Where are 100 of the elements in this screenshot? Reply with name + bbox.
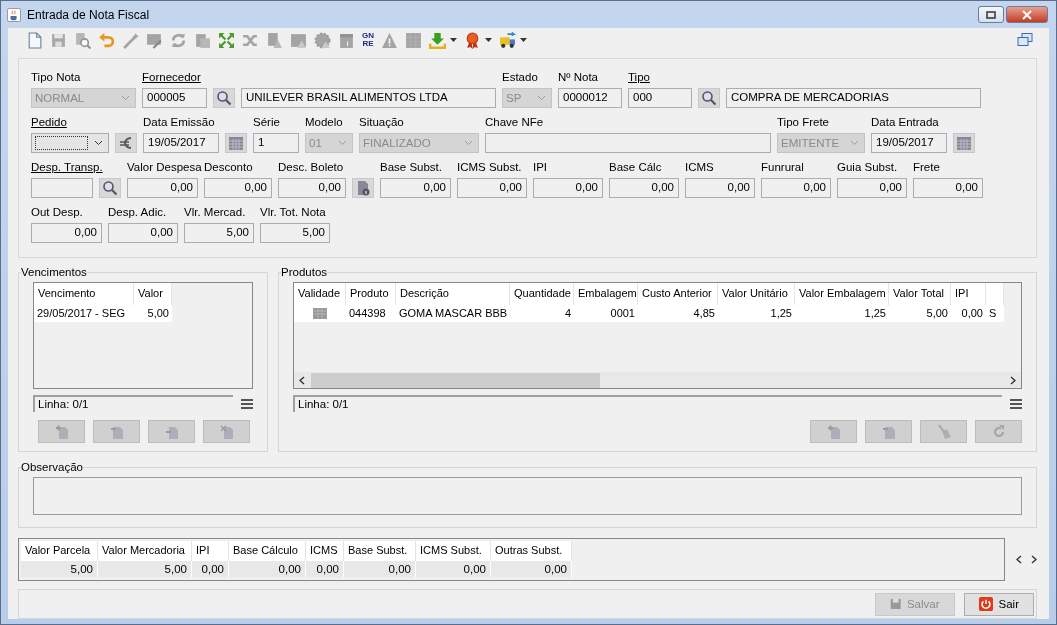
warning-icon: [381, 31, 398, 49]
menu-icon[interactable]: [1010, 398, 1022, 409]
cascade-windows-icon[interactable]: [1017, 33, 1033, 47]
table-cell-text: 0001: [609, 306, 636, 321]
refresh-icon: [170, 31, 187, 49]
input-field[interactable]: [485, 133, 771, 153]
search-button[interactable]: [99, 178, 121, 198]
field-label: ICMS Subst.: [457, 160, 522, 175]
field-label: Situação: [359, 115, 404, 130]
field-label: Desconto: [204, 160, 253, 175]
column-header[interactable]: Vencimento: [34, 283, 134, 305]
input-field[interactable]: 0,00: [913, 178, 983, 198]
notes-field[interactable]: [33, 477, 1022, 515]
field-link[interactable]: Fornecedor: [142, 70, 201, 85]
toolbar-button[interactable]: [497, 29, 529, 51]
input-field[interactable]: 0,00: [31, 223, 102, 243]
input-field[interactable]: 19/05/2017: [871, 133, 947, 153]
table-cell: 0,00: [491, 561, 572, 577]
column-header[interactable]: Valor: [134, 283, 172, 305]
table-cell-text: 044398: [348, 306, 387, 321]
input-field[interactable]: 1: [253, 133, 299, 153]
field-label: Modelo: [305, 115, 343, 130]
field-label: Vlr. Mercad.: [184, 205, 246, 220]
input-field[interactable]: [31, 178, 93, 198]
gnre-button[interactable]: GN RE: [360, 29, 376, 51]
calendar-button[interactable]: [225, 133, 247, 153]
column-header[interactable]: Produto: [346, 283, 396, 305]
column-header[interactable]: Valor Unitário: [718, 283, 795, 305]
chevron-down-icon: [464, 140, 473, 146]
input-field[interactable]: 0,00: [108, 223, 178, 243]
close-button[interactable]: [1006, 6, 1048, 23]
input-field[interactable]: 0000012: [558, 88, 622, 108]
column-header[interactable]: Valor Total: [889, 283, 951, 305]
table-cell-text: 29/05/2017 - SEG: [36, 306, 127, 321]
close-icon: [1022, 9, 1032, 20]
input-field[interactable]: 0,00: [127, 178, 198, 198]
field-label: Valor Despesa: [127, 160, 202, 175]
input-field[interactable]: 5,00: [260, 223, 330, 243]
field-link[interactable]: Tipo: [628, 70, 650, 85]
input-field[interactable]: 5,00: [184, 223, 254, 243]
menu-icon[interactable]: [241, 398, 253, 409]
column-header[interactable]: Quantidade: [510, 283, 574, 305]
wand-icon: [122, 31, 139, 49]
input-field[interactable]: 19/05/2017: [143, 133, 219, 153]
exit-button[interactable]: Sair: [963, 592, 1034, 616]
field-label: Nº Nota: [558, 70, 598, 85]
column-header: Base Cálculo: [229, 541, 306, 561]
calendar-icon: [313, 308, 327, 319]
table-cell-text: 1,25: [863, 306, 887, 321]
field-label: Vlr. Tot. Nota: [260, 205, 326, 220]
input-field[interactable]: 000: [628, 88, 692, 108]
scroll-thumb[interactable]: [311, 372, 600, 388]
euro-icon: [118, 135, 134, 151]
info-button[interactable]: [352, 178, 374, 198]
chevron-right-icon[interactable]: [1010, 375, 1016, 385]
input-field[interactable]: 0,00: [761, 178, 831, 198]
power-icon: [978, 597, 993, 611]
table-cell-text: GOMA MASCAR BBB: [398, 306, 509, 321]
input-field[interactable]: 0,00: [533, 178, 603, 198]
input-field[interactable]: 0,00: [278, 178, 346, 198]
clipboard-icon: [194, 31, 211, 49]
input-field[interactable]: UNILEVER BRASIL ALIMENTOS LTDA: [241, 88, 496, 108]
euro-button[interactable]: [115, 133, 137, 153]
input-field[interactable]: 0,00: [837, 178, 907, 198]
field-link[interactable]: Desp. Transp.: [31, 160, 103, 175]
input-field[interactable]: COMPRA DE MERCADORIAS: [726, 88, 981, 108]
chevron-left-icon[interactable]: [299, 375, 305, 385]
table-cell-text: 4,85: [692, 306, 716, 321]
column-header[interactable]: Validade: [294, 283, 346, 305]
download-icon: [429, 31, 446, 49]
column-header[interactable]: IPI: [951, 283, 986, 305]
calendar-button[interactable]: [953, 133, 975, 153]
input-field[interactable]: 0,00: [685, 178, 755, 198]
table-cell: 0,00: [229, 561, 306, 577]
column-header[interactable]: Embalagem: [574, 283, 638, 305]
table-cell-text: 4: [563, 306, 572, 321]
column-header[interactable]: Descrição: [396, 283, 510, 305]
search-button[interactable]: [698, 88, 720, 108]
chevron-down-icon: [338, 140, 347, 146]
column-header[interactable]: Valor Embalagem: [795, 283, 889, 305]
column-header[interactable]: [986, 283, 1004, 305]
dropdown-field[interactable]: [31, 133, 109, 153]
document-info-icon: [355, 180, 371, 196]
chevron-left-icon[interactable]: [1016, 555, 1022, 564]
field-label: Out Desp.: [31, 205, 83, 220]
chevron-right-icon[interactable]: [1031, 555, 1037, 564]
column-header: ICMS Subst.: [416, 541, 491, 561]
field-label: Data Emissão: [143, 115, 215, 130]
input-field[interactable]: 0,00: [457, 178, 527, 198]
input-field[interactable]: 0,00: [609, 178, 679, 198]
search-button[interactable]: [213, 88, 235, 108]
restore-button[interactable]: [978, 6, 1004, 23]
column-header[interactable]: Custo Anterior: [638, 283, 718, 305]
input-field[interactable]: 0,00: [380, 178, 451, 198]
input-field[interactable]: 0,00: [204, 178, 272, 198]
field-link[interactable]: Pedido: [31, 115, 67, 130]
horizontal-scrollbar[interactable]: [294, 372, 1021, 388]
search-icon: [701, 90, 717, 106]
input-field[interactable]: 000005: [142, 88, 207, 108]
add-document-icon: [825, 423, 842, 440]
